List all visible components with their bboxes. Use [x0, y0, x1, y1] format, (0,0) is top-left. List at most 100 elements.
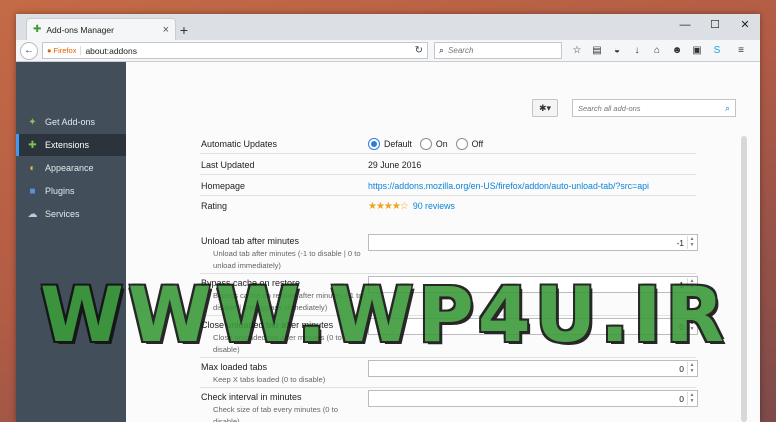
reload-icon[interactable]: ↻	[415, 45, 423, 56]
number-spinner[interactable]: ▲ ▼	[687, 278, 696, 291]
reviews-link[interactable]: 90 reviews	[413, 201, 455, 211]
check-interval-input[interactable]: 0 ▲ ▼	[368, 390, 698, 407]
hello-chat-icon[interactable]: ☻	[670, 44, 684, 58]
radio-on-circle[interactable]	[419, 137, 432, 150]
pocket-icon[interactable]: ◒	[610, 44, 624, 58]
pref-title: Check interval in minutes	[201, 392, 302, 402]
navigation-bar: ← ● Firefox about:addons ↻ ⌕ ☆ ▤ ◒ ↓ ⌂ ☻…	[16, 40, 760, 62]
sidebar-item-label: Extensions	[45, 140, 90, 150]
tools-gear-button[interactable]: ✱▾	[532, 99, 558, 117]
close-tab-icon[interactable]: ×	[163, 24, 169, 36]
addon-details-pane: ✱▾ ⌕ Automatic Updates Default On Off La…	[126, 62, 760, 422]
sidebar-item-label: Services	[45, 209, 80, 219]
vertical-scrollbar[interactable]	[740, 130, 748, 422]
url-text: about:addons	[85, 45, 137, 56]
number-value: 0	[679, 393, 684, 404]
radio-on[interactable]: On	[419, 137, 448, 150]
sidebar-item-services[interactable]: ☁ Services	[16, 203, 126, 225]
pref-unload-tab: Unload tab after minutes Unload tab afte…	[200, 232, 698, 274]
screenshot-icon[interactable]: ▣	[690, 44, 704, 58]
firefox-logo-icon: ●	[47, 46, 52, 55]
homepage-link[interactable]: https://addons.mozilla.org/en-US/firefox…	[368, 181, 649, 191]
web-search-box[interactable]: ⌕	[434, 42, 562, 59]
sidebar-item-label: Plugins	[45, 186, 75, 196]
radio-off-label: Off	[471, 138, 484, 149]
unload-minutes-input[interactable]: -1 ▲ ▼	[368, 234, 698, 251]
pref-description: Unload tab after minutes (-1 to disable …	[213, 249, 361, 270]
last-updated-row: Last Updated 29 June 2016	[200, 155, 696, 175]
browser-window: ✚ Add-ons Manager × + — ☐ ✕ ← ● Firefox …	[16, 14, 760, 422]
categories-sidebar: ✦ Get Add-ons ✚ Extensions ◐ Appearance …	[16, 62, 126, 422]
search-icon: ⌕	[724, 102, 730, 113]
addon-search-input[interactable]	[578, 103, 725, 113]
sidebar-item-appearance[interactable]: ◐ Appearance	[16, 157, 126, 179]
number-value: -1	[676, 237, 684, 248]
sidebar-item-extensions[interactable]: ✚ Extensions	[16, 134, 126, 156]
tab-addons-manager[interactable]: ✚ Add-ons Manager ×	[26, 18, 176, 40]
homepage-label: Homepage	[201, 180, 246, 191]
pref-max-loaded: Max loaded tabs Keep X tabs loaded (0 to…	[200, 358, 698, 388]
menu-icon[interactable]: ≡	[734, 44, 748, 58]
rating-stars-icon: ★★★★☆	[368, 200, 409, 212]
maximize-button[interactable]: ☐	[700, 16, 730, 34]
number-spinner[interactable]: ▲ ▼	[687, 320, 696, 333]
scrollbar-thumb[interactable]	[741, 136, 747, 422]
number-value: 0	[679, 363, 684, 374]
reading-list-icon[interactable]: ▤	[590, 44, 604, 58]
pref-check-interval: Check interval in minutes Check size of …	[200, 388, 698, 422]
puzzle-download-icon: ✦	[28, 116, 37, 128]
automatic-updates-row: Automatic Updates Default On Off	[200, 134, 696, 154]
automatic-updates-label: Automatic Updates	[201, 138, 278, 149]
rating-label: Rating	[201, 201, 228, 211]
number-spinner[interactable]: ▲ ▼	[687, 392, 696, 405]
web-search-input[interactable]	[448, 46, 549, 55]
pref-title: Max loaded tabs	[201, 362, 268, 372]
downloads-icon[interactable]: ↓	[630, 44, 644, 58]
search-icon: ⌕	[439, 45, 445, 55]
number-value: 0	[679, 321, 684, 332]
sidebar-item-get-addons[interactable]: ✦ Get Add-ons	[16, 111, 126, 133]
number-spinner[interactable]: ▲ ▼	[687, 236, 696, 249]
radio-default[interactable]: Default	[368, 137, 412, 150]
pref-description: Close unloaded tab after minutes (0 to d…	[213, 333, 342, 354]
pref-description: Check size of tab every minutes (0 to di…	[213, 405, 338, 422]
pref-title: Unload tab after minutes	[201, 236, 300, 246]
max-loaded-input[interactable]: 0 ▲ ▼	[368, 360, 698, 377]
number-value: -1	[676, 279, 684, 290]
home-icon[interactable]: ⌂	[650, 44, 664, 58]
identity-label: Firefox	[53, 46, 77, 55]
sidebar-item-label: Appearance	[45, 163, 94, 173]
last-updated-label: Last Updated	[201, 159, 255, 170]
pref-bypass-cache: Bypass cache on restore Bypass cache on …	[200, 274, 698, 316]
homepage-row: Homepage https://addons.mozilla.org/en-U…	[200, 176, 696, 196]
close-window-button[interactable]: ✕	[730, 16, 760, 34]
sidebar-item-label: Get Add-ons	[45, 117, 96, 127]
title-bar: ✚ Add-ons Manager × + — ☐ ✕	[16, 14, 760, 40]
bookmark-star-icon[interactable]: ☆	[570, 44, 584, 58]
tab-title: Add-ons Manager	[46, 24, 114, 35]
close-unloaded-input[interactable]: 0 ▲ ▼	[368, 318, 698, 335]
number-spinner[interactable]: ▲ ▼	[687, 362, 696, 375]
back-button[interactable]: ←	[20, 41, 38, 60]
sidebar-item-plugins[interactable]: ■ Plugins	[16, 180, 126, 202]
radio-on-label: On	[435, 138, 448, 149]
cloud-icon: ☁	[27, 208, 38, 220]
puzzle-icon: ✚	[33, 24, 42, 35]
site-identity[interactable]: ● Firefox	[47, 46, 82, 55]
bypass-cache-input[interactable]: -1 ▲ ▼	[368, 276, 698, 293]
radio-off[interactable]: Off	[455, 137, 484, 150]
radio-off-circle[interactable]	[455, 137, 468, 150]
radio-default-circle[interactable]	[368, 137, 380, 150]
palette-icon: ◐	[29, 162, 36, 174]
rating-row: Rating ★★★★☆ 90 reviews	[200, 196, 696, 216]
minimize-button[interactable]: —	[670, 16, 700, 34]
new-tab-button[interactable]: +	[176, 22, 192, 38]
addon-search-box[interactable]: ⌕	[572, 99, 736, 117]
skype-icon[interactable]: S	[710, 44, 724, 58]
puzzle-icon: ✚	[28, 139, 37, 151]
pref-description: Bypass cache on restore after minutes (-…	[213, 291, 363, 312]
url-bar[interactable]: ● Firefox about:addons ↻	[42, 42, 428, 59]
pref-close-unloaded: Close unloaded tab after minutes Close u…	[200, 316, 698, 358]
pref-title: Close unloaded tab after minutes	[201, 320, 334, 330]
gear-icon: ✱▾	[538, 103, 552, 113]
